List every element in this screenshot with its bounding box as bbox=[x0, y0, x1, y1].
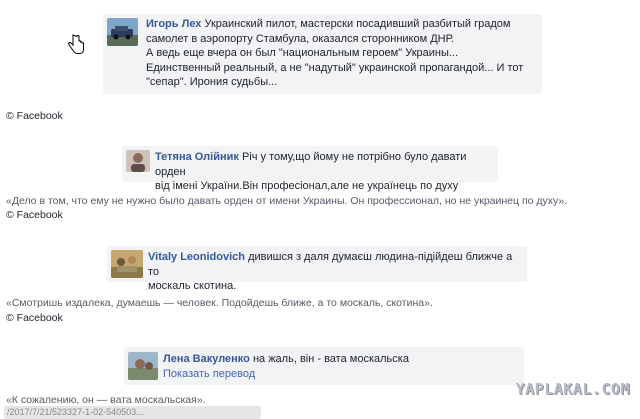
site-watermark: YAPLAKAL.COM bbox=[515, 380, 630, 398]
comment-text: Единственный реальный, а не "надутый" ук… bbox=[146, 61, 524, 74]
portrait-photo-icon bbox=[126, 150, 150, 172]
source-credit: © Facebook bbox=[6, 110, 63, 122]
portrait-photo-icon bbox=[128, 352, 158, 380]
avatar[interactable] bbox=[126, 150, 150, 172]
facebook-comment: Vitaly Leonidovich дивишся з даля думаєш… bbox=[107, 246, 527, 292]
facebook-comment: Тетяна Олійник Річ у тому,що йому не пот… bbox=[122, 146, 498, 192]
avatar[interactable] bbox=[107, 18, 138, 46]
comment-line: Лена Вакуленко на жаль, він - вата моска… bbox=[163, 352, 519, 367]
comment-author-link[interactable]: Лена Вакуленко bbox=[163, 353, 250, 365]
comment-text: на жаль, він - вата москальска bbox=[252, 353, 409, 365]
source-credit: © Facebook bbox=[6, 312, 63, 324]
facebook-comment: Лена Вакуленко на жаль, він - вата моска… bbox=[124, 347, 524, 385]
comment-author-link[interactable]: Vitaly Leonidovich bbox=[148, 251, 245, 263]
show-translation-link[interactable]: Показать перевод bbox=[163, 367, 519, 382]
facebook-comment: Игорь Лех Украинский пилот, мастерски по… bbox=[103, 14, 542, 94]
comment-line: Vitaly Leonidovich дивишся з даля думаєш… bbox=[148, 250, 523, 279]
comment-author-link[interactable]: Игорь Лех bbox=[146, 18, 201, 30]
landscape-photo-icon bbox=[111, 250, 143, 278]
comment-line: Тетяна Олійник Річ у тому,що йому не пот… bbox=[155, 150, 495, 179]
avatar[interactable] bbox=[128, 352, 158, 380]
comment-text: москаль скотина. bbox=[148, 280, 237, 292]
source-credit: © Facebook bbox=[6, 209, 63, 221]
comment-line: Игорь Лех Украинский пилот, мастерски по… bbox=[146, 17, 538, 32]
comment-text: від імені України.Він професіонал,але не… bbox=[155, 180, 459, 192]
translation-quote: «К сожалению, он — вата москальская». bbox=[6, 394, 206, 406]
url-fragment: /2017/7/21/523327-1-02-540503... bbox=[4, 406, 261, 419]
comment-text: самолет в аэропорту Стамбула, оказался с… bbox=[146, 32, 454, 45]
translation-quote: «Смотришь издалека, думаешь — человек. П… bbox=[6, 297, 433, 309]
comment-text: А ведь еще вчера он был "национальным ге… bbox=[146, 47, 459, 59]
avatar[interactable] bbox=[111, 250, 143, 278]
comment-text: Украинский пилот, мастерски посадивший р… bbox=[204, 18, 511, 30]
car-photo-icon bbox=[107, 18, 138, 46]
translation-quote: «Дело в том, что ему не нужно было дават… bbox=[6, 195, 568, 207]
comment-author-link[interactable]: Тетяна Олійник bbox=[155, 151, 239, 163]
comment-text: "сепар". Ирония судьбы... bbox=[146, 76, 278, 88]
hand-cursor-icon bbox=[68, 34, 84, 61]
